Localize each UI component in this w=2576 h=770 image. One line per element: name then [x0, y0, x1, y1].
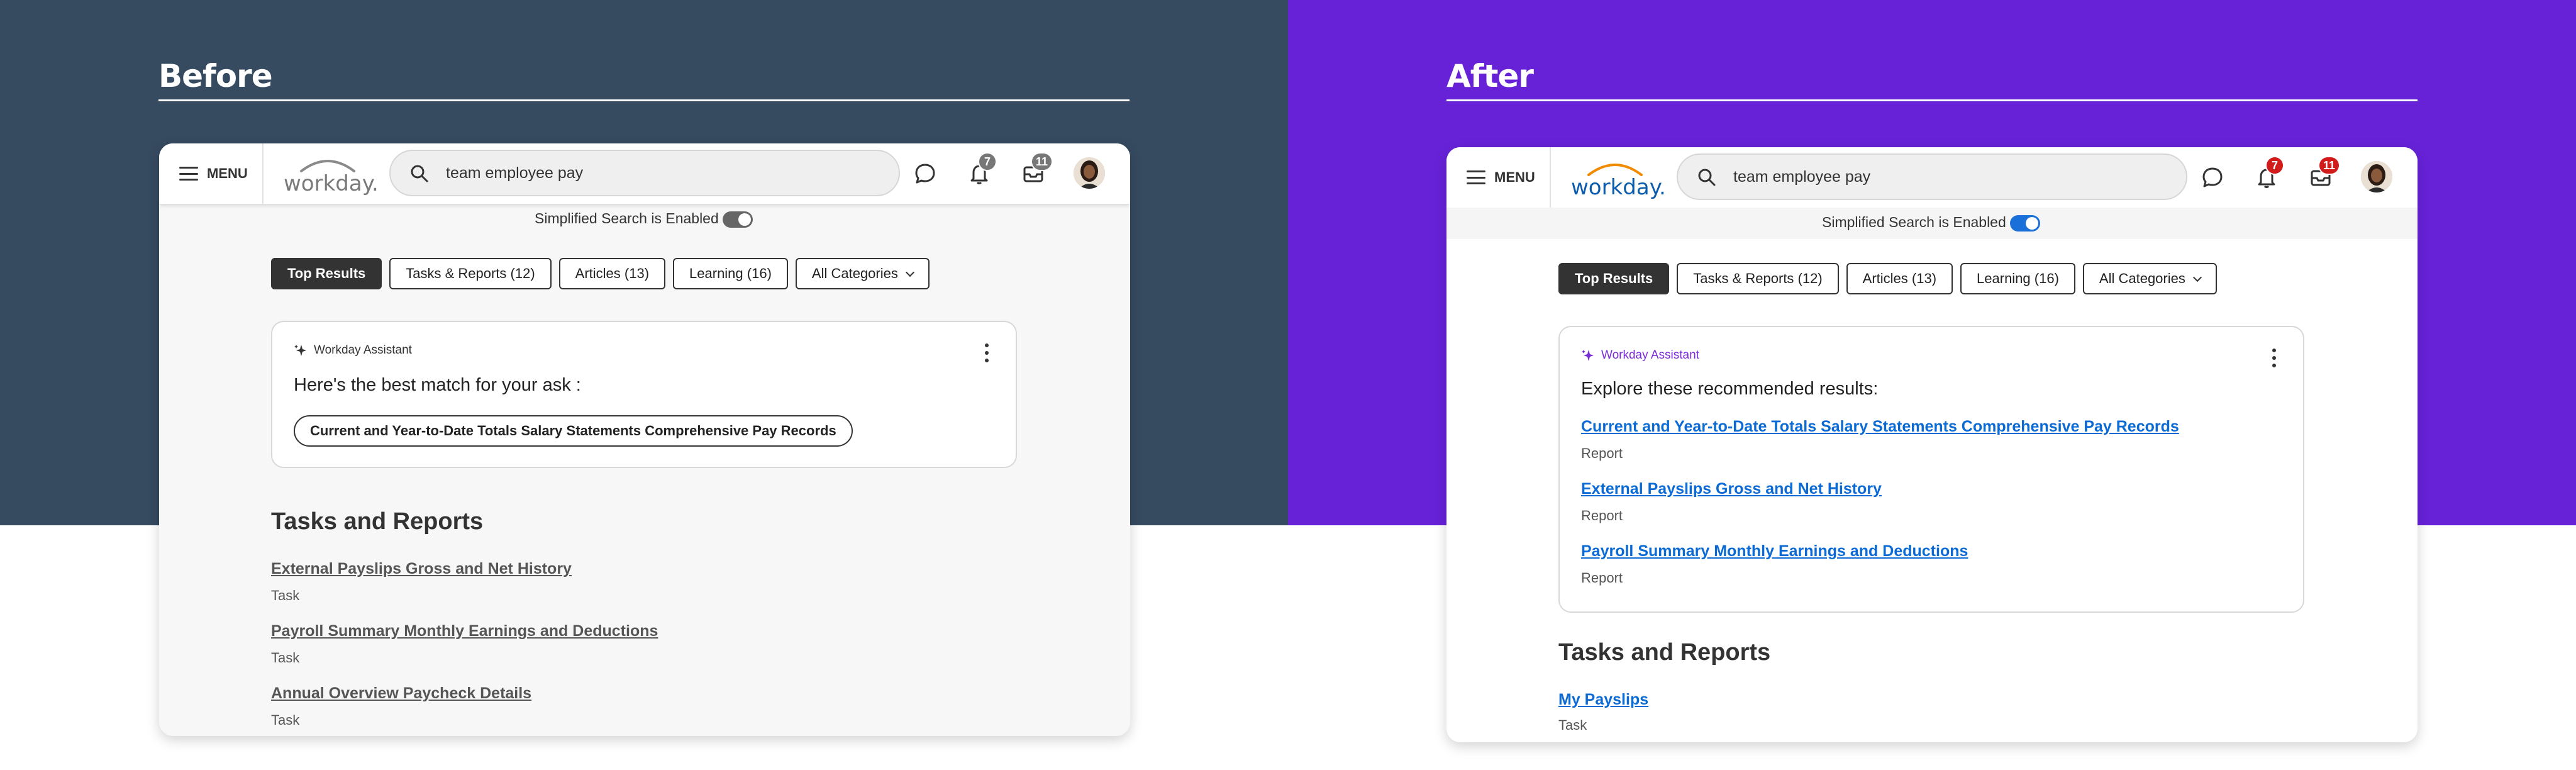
after-heading-rule [1446, 99, 2418, 101]
search-bar[interactable] [389, 150, 900, 196]
chip-all-categories[interactable]: All Categories [795, 258, 930, 289]
task-type: Task [271, 650, 300, 666]
chat-icon[interactable] [2201, 166, 2224, 189]
after-screen: MENU workday. 7 [1446, 147, 2418, 742]
hamburger-icon [1467, 170, 1485, 184]
notifications-badge: 7 [978, 152, 997, 171]
simplified-search-label: Simplified Search is Enabled [1822, 214, 2006, 230]
user-portrait-icon [1074, 157, 1105, 189]
chip-all-categories-label: All Categories [2099, 271, 2185, 286]
chip-articles[interactable]: Articles (13) [1846, 263, 1953, 294]
chevron-down-icon [2192, 272, 2202, 282]
sparkle-icon [294, 345, 306, 356]
top-bar: MENU workday. 7 [1446, 147, 2418, 208]
section-title: Tasks and Reports [1558, 639, 1771, 666]
inbox-button[interactable]: 11 [2309, 156, 2341, 189]
chip-top-results[interactable]: Top Results [271, 258, 382, 289]
toggle-knob [2026, 217, 2038, 230]
assistant-header: Workday Assistant [1581, 349, 1699, 362]
filter-chips: Top Results Tasks & Reports (12) Article… [271, 258, 930, 289]
search-input[interactable] [1733, 162, 2161, 191]
chip-all-categories-label: All Categories [811, 265, 898, 281]
chip-learning[interactable]: Learning (16) [1960, 263, 2075, 294]
best-match-pill[interactable]: Current and Year-to-Date Totals Salary S… [294, 415, 853, 447]
task-type: Task [271, 588, 300, 603]
search-icon [1698, 169, 1716, 186]
assistant-label: Workday Assistant [314, 343, 412, 357]
top-bar: MENU workday. 7 [159, 143, 1130, 204]
chip-learning[interactable]: Learning (16) [673, 258, 788, 289]
task-link[interactable]: Payroll Summary Monthly Earnings and Ded… [271, 622, 658, 640]
hamburger-icon [179, 167, 198, 181]
more-options-icon[interactable] [984, 343, 989, 362]
simplified-search-toggle[interactable] [2010, 215, 2040, 232]
recommended-result-link[interactable]: External Payslips Gross and Net History [1581, 480, 1882, 498]
task-link[interactable]: External Payslips Gross and Net History [271, 560, 572, 578]
notifications-button[interactable]: 7 [968, 152, 997, 185]
logo-text: workday. [284, 171, 379, 196]
menu-label: MENU [207, 165, 248, 181]
more-options-icon[interactable] [2272, 349, 2277, 367]
user-portrait-icon [2361, 161, 2392, 192]
task-type: Task [271, 712, 300, 728]
simplified-search-label: Simplified Search is Enabled [535, 210, 719, 226]
chip-tasks-reports[interactable]: Tasks & Reports (12) [389, 258, 552, 289]
search-input[interactable] [446, 159, 874, 187]
before-screen: MENU workday. 7 [159, 143, 1130, 736]
chip-articles[interactable]: Articles (13) [558, 258, 666, 289]
notifications-badge: 7 [2265, 156, 2284, 175]
simplified-search-row: Simplified Search is Enabled [159, 204, 1130, 235]
logo-arc-icon [300, 160, 355, 172]
assistant-header: Workday Assistant [294, 343, 412, 357]
section-title: Tasks and Reports [271, 508, 484, 535]
task-type: Task [1558, 717, 1587, 733]
inbox-button[interactable]: 11 [1022, 152, 1053, 185]
inbox-badge: 11 [1031, 152, 1053, 171]
recommended-result-type: Report [1581, 508, 1623, 523]
sparkle-icon [1582, 350, 1594, 361]
recommended-result-type: Report [1581, 570, 1623, 586]
avatar[interactable] [1074, 157, 1105, 189]
simplified-search-toggle[interactable] [723, 211, 753, 228]
logo-text: workday. [1571, 175, 1666, 200]
search-bar[interactable] [1677, 153, 2187, 200]
after-heading: After [1446, 58, 1534, 94]
assistant-label: Workday Assistant [1601, 349, 1699, 362]
simplified-search-row: Simplified Search is Enabled [1446, 208, 2418, 239]
recommended-result-link[interactable]: Payroll Summary Monthly Earnings and Ded… [1581, 542, 1968, 561]
recommended-result-link[interactable]: Current and Year-to-Date Totals Salary S… [1581, 418, 2179, 436]
logo-arc-icon [1587, 164, 1643, 176]
assistant-card: Workday Assistant Here's the best match … [271, 321, 1017, 468]
workday-logo[interactable]: workday. [284, 155, 379, 196]
chat-icon[interactable] [914, 162, 936, 185]
before-heading-rule [158, 99, 1130, 101]
assistant-title: Explore these recommended results: [1581, 379, 1879, 399]
chip-all-categories[interactable]: All Categories [2082, 263, 2217, 294]
task-link[interactable]: My Payslips [1558, 691, 1648, 709]
menu-button[interactable]: MENU [1467, 166, 1535, 189]
menu-label: MENU [1494, 169, 1535, 185]
chevron-down-icon [905, 267, 914, 277]
menu-button[interactable]: MENU [179, 162, 248, 185]
chip-top-results[interactable]: Top Results [1558, 263, 1670, 294]
before-heading: Before [158, 58, 273, 94]
workday-logo[interactable]: workday. [1571, 159, 1666, 200]
notifications-button[interactable]: 7 [2255, 156, 2284, 189]
inbox-badge: 11 [2318, 156, 2341, 175]
toggle-knob [738, 213, 751, 226]
task-link[interactable]: Annual Overview Paycheck Details [271, 684, 531, 703]
assistant-card: Workday Assistant Explore these recommen… [1558, 326, 2304, 613]
recommended-result-type: Report [1581, 445, 1623, 461]
divider [262, 143, 264, 204]
avatar[interactable] [2361, 161, 2392, 192]
search-icon [411, 165, 428, 182]
assistant-title: Here's the best match for your ask : [294, 375, 581, 395]
filter-chips: Top Results Tasks & Reports (12) Article… [1558, 263, 2217, 294]
divider [1550, 147, 1551, 208]
chip-tasks-reports[interactable]: Tasks & Reports (12) [1677, 263, 1839, 294]
